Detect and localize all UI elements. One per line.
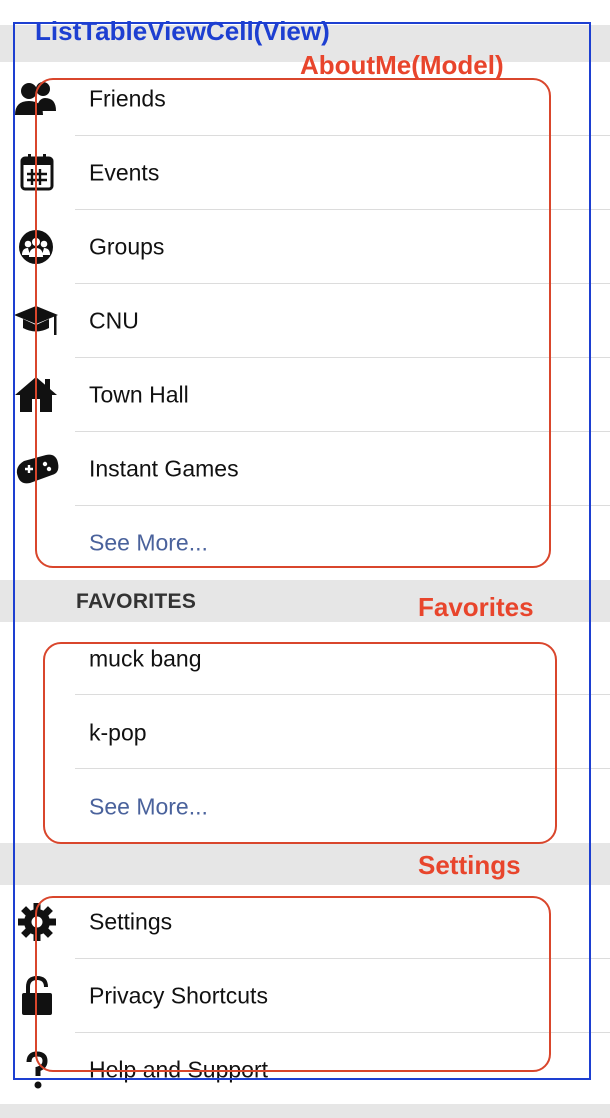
- aboutme-annotation-label: AboutMe(Model): [300, 50, 504, 80]
- favorites-annotation-label: Favorites: [418, 592, 534, 622]
- settings-annotation-box: [35, 896, 551, 1072]
- list-table-view-cell-annotation-label: ListTableViewCell(View): [35, 16, 330, 46]
- favorites-annotation-box: [43, 642, 557, 844]
- aboutme-annotation-box: [35, 78, 551, 568]
- settings-annotation-label: Settings: [418, 850, 521, 880]
